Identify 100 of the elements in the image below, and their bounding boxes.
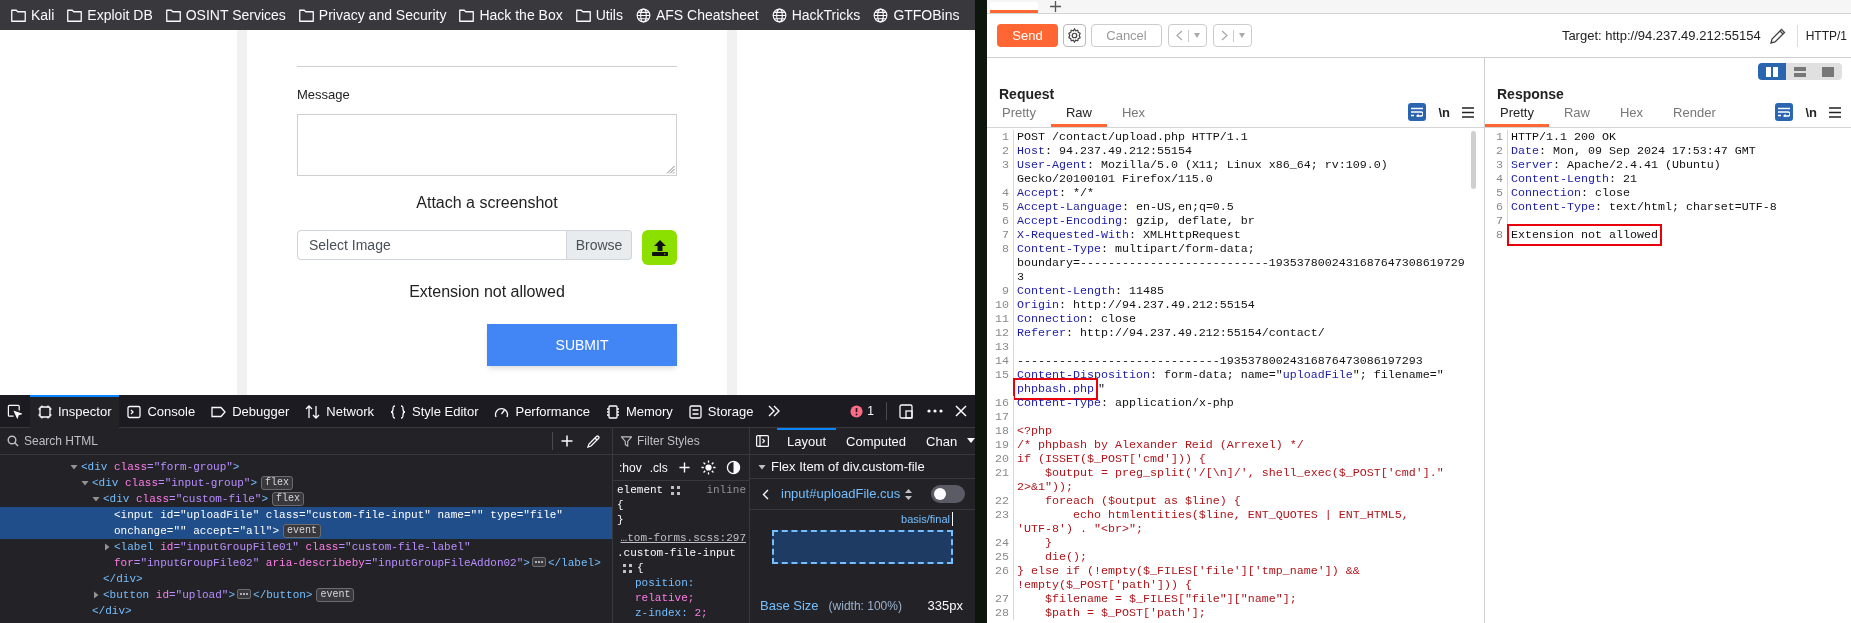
menu-icon[interactable] [1829, 106, 1841, 118]
devtools-tab[interactable]: Storage [680, 395, 762, 428]
newline-toggle[interactable]: \n [1438, 102, 1450, 122]
pseudo-class-toggle[interactable]: :hov [619, 458, 642, 477]
dropdown-caret-icon[interactable] [967, 438, 975, 444]
bookmark-link[interactable]: Kali [11, 4, 55, 26]
sidebar-tab[interactable]: Layout [777, 428, 837, 454]
caret-down-icon[interactable] [92, 495, 100, 503]
sidebar-toggle-icon[interactable] [756, 435, 769, 447]
class-toggle[interactable]: .cls [649, 458, 668, 477]
upload-button[interactable] [642, 230, 677, 265]
sidebar-tab[interactable]: Chan [916, 428, 968, 454]
section-title: Flex Item of div.custom-file [771, 457, 925, 476]
request-tab[interactable] [990, 2, 1038, 13]
pane-tab[interactable]: Hex [1107, 102, 1161, 127]
globe-icon [771, 7, 787, 23]
caret-right-icon[interactable] [92, 591, 100, 599]
close-icon[interactable] [955, 405, 967, 417]
devtools-tab[interactable]: Performance [486, 395, 598, 428]
html-tag-text: </button> [253, 589, 313, 601]
code-line: boundary=---------------------------1935378002431687647308619729 [1017, 256, 1465, 270]
newline-toggle[interactable]: \n [1805, 102, 1817, 122]
devtools-tab[interactable]: Console [119, 395, 204, 428]
ellipsis-button[interactable] [237, 589, 252, 599]
code-line: POST /contact/upload.php HTTP/1.1 [1017, 130, 1248, 144]
view-mode-button[interactable] [1786, 63, 1814, 80]
ellipsis-button[interactable] [531, 557, 546, 567]
add-rule-icon[interactable] [678, 462, 690, 473]
single-pane-icon [1822, 66, 1834, 77]
line-number: 12 [995, 326, 1009, 340]
element-selector[interactable]: input#uploadFile.cus [781, 484, 901, 504]
caret-down-icon[interactable] [81, 479, 89, 487]
view-mode-button[interactable] [1814, 63, 1842, 80]
message-field[interactable] [297, 114, 677, 176]
bookmark-link[interactable]: Exploit DB [67, 4, 153, 26]
bookmark-link[interactable]: GTFOBins [873, 4, 960, 26]
pane-tab[interactable]: Raw [1548, 102, 1605, 127]
node-badge[interactable]: flex [261, 476, 294, 490]
node-badge[interactable]: event [316, 588, 355, 602]
pane-tab[interactable]: Hex [1605, 102, 1659, 127]
pane-tab[interactable]: Raw [1050, 102, 1107, 127]
wrap-lines-button[interactable] [1408, 103, 1427, 122]
pane-tab[interactable]: Render [1658, 102, 1731, 127]
contrast-icon[interactable] [725, 460, 741, 475]
node-badge[interactable]: event [283, 524, 322, 538]
element-picker-icon[interactable] [7, 403, 22, 419]
bookmark-link[interactable]: Utils [575, 4, 623, 26]
error-counter[interactable]: 1 [850, 402, 874, 420]
responsive-design-icon[interactable] [899, 403, 913, 419]
html-tag-text: <div class="custom-file"> [103, 493, 269, 505]
bookmark-link[interactable]: OSINT Services [165, 4, 286, 26]
bookmark-link[interactable]: AFS Cheatsheet [635, 4, 759, 26]
menu-icon[interactable] [1462, 106, 1474, 118]
search-html-field[interactable]: Search HTML [24, 432, 324, 450]
code-line: -----------------------------19353780024316876473086197293 [1017, 354, 1423, 368]
pane-tab[interactable]: Pretty [987, 102, 1051, 127]
pane-tab[interactable]: Pretty [1485, 102, 1549, 127]
code-line: Server: Apache/2.4.41 (Ubuntu) [1511, 158, 1721, 172]
more-options-icon[interactable] [927, 409, 943, 413]
file-name-field[interactable]: Select Image [297, 230, 567, 260]
sidebar-tab[interactable]: Computed [836, 428, 917, 454]
add-tab-icon[interactable] [1050, 1, 1061, 12]
devtools-tab[interactable]: Style Editor [382, 395, 487, 428]
browse-button[interactable]: Browse [567, 230, 632, 260]
devtools-tab[interactable]: Inspector [30, 395, 120, 428]
devtools-tab[interactable]: Network [297, 395, 382, 428]
add-node-icon[interactable] [561, 435, 573, 447]
view-mode-button[interactable] [1758, 63, 1786, 80]
scrollbar-thumb[interactable] [1471, 131, 1476, 189]
code-line: HTTP/1.1 200 OK [1511, 130, 1616, 144]
css-value: 2; [694, 607, 708, 619]
up-down-icon[interactable] [905, 488, 913, 500]
chevron-right-icon [1220, 30, 1228, 41]
code-line: 'UTF-8') . "<br>"; [1017, 522, 1143, 536]
bookmark-link[interactable]: Privacy and Security [298, 4, 447, 26]
pencil-icon[interactable] [1768, 26, 1787, 45]
node-badge[interactable]: flex [272, 492, 305, 506]
caret-down-icon[interactable] [70, 463, 78, 471]
wrap-lines-button[interactable] [1775, 103, 1794, 122]
ellipsis-icon [532, 558, 545, 566]
toggle-switch[interactable] [931, 485, 965, 503]
line-number: 6 [1002, 214, 1009, 228]
devtools-tab[interactable]: Memory [597, 395, 681, 428]
bookmark-link[interactable]: HackTricks [771, 4, 861, 26]
size-value: 335px [927, 597, 963, 615]
caret-right-icon[interactable] [103, 543, 111, 551]
back-icon[interactable] [762, 488, 769, 500]
submit-button[interactable]: SUBMIT [487, 324, 677, 366]
sun-icon[interactable] [700, 460, 716, 475]
bookmark-link[interactable]: Hack the Box [459, 4, 563, 26]
caret-down-icon[interactable] [758, 462, 766, 471]
source-link[interactable]: …tom-forms.scss:297 [620, 531, 746, 546]
wrap-lines-icon [1778, 107, 1791, 118]
filter-styles-field[interactable]: Filter Styles [637, 432, 737, 450]
pane-title: Request [998, 85, 1056, 103]
eyedropper-icon[interactable] [587, 434, 600, 448]
settings-button[interactable] [1063, 24, 1086, 47]
chevron-overflow-icon[interactable] [767, 405, 782, 417]
devtools-tab[interactable]: Debugger [203, 395, 298, 428]
selected-row-highlight[interactable]: <input id="uploadFile" class="custom-file-input" name="" type="file" onchange="" accept="all"> event [0, 507, 612, 539]
